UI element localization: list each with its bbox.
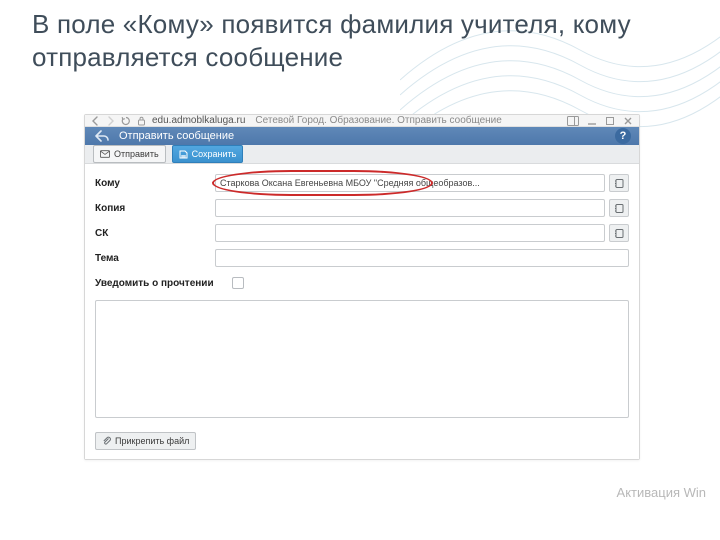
maximize-icon[interactable] <box>605 116 615 126</box>
windows-activation-watermark: Активация Win <box>617 485 706 500</box>
to-field[interactable]: Старкова Оксана Евгеньевна МБОУ "Средняя… <box>215 174 605 192</box>
paperclip-icon <box>102 436 111 446</box>
save-button[interactable]: Сохранить <box>172 145 244 163</box>
addressbook-icon <box>614 178 625 189</box>
appbar-back-icon[interactable] <box>93 127 111 145</box>
toolbar: Отправить Сохранить <box>85 145 639 164</box>
addressbook-icon <box>614 228 625 239</box>
page-title-text: Сетевой Город. Образование. Отправить со… <box>255 115 561 126</box>
minimize-icon[interactable] <box>587 116 597 126</box>
compose-form: Кому Старкова Оксана Евгеньевна МБОУ "Ср… <box>85 164 639 426</box>
attach-row: Прикрепить файл <box>85 426 639 459</box>
send-button[interactable]: Отправить <box>93 145 166 163</box>
appbar-title: Отправить сообщение <box>119 130 234 142</box>
copy-addressbook-button[interactable] <box>609 199 629 217</box>
addressbook-icon <box>614 203 625 214</box>
to-label: Кому <box>95 178 215 189</box>
attach-file-button[interactable]: Прикрепить файл <box>95 432 196 450</box>
browser-chrome: edu.admoblkaluga.ru Сетевой Город. Образ… <box>85 115 639 127</box>
to-value: Старкова Оксана Евгеньевна МБОУ "Средняя… <box>220 178 480 188</box>
reload-icon[interactable] <box>121 116 131 126</box>
copy-field[interactable] <box>215 199 605 217</box>
row-to: Кому Старкова Оксана Евгеньевна МБОУ "Ср… <box>95 172 629 194</box>
sidebar-icon[interactable] <box>567 116 579 126</box>
save-button-label: Сохранить <box>192 149 237 159</box>
attach-file-label: Прикрепить файл <box>115 436 189 446</box>
copy-label: Копия <box>95 203 215 214</box>
notify-checkbox[interactable] <box>232 277 244 289</box>
to-addressbook-button[interactable] <box>609 174 629 192</box>
back-arrow-icon[interactable] <box>91 116 101 126</box>
row-notify: Уведомить о прочтении <box>95 272 629 294</box>
close-icon[interactable] <box>623 116 633 126</box>
row-subject: Тема <box>95 247 629 269</box>
lock-icon <box>137 116 146 126</box>
sk-addressbook-button[interactable] <box>609 224 629 242</box>
slide-title: В поле «Кому» появится фамилия учителя, … <box>32 8 690 73</box>
row-sk: СК <box>95 222 629 244</box>
sk-field[interactable] <box>215 224 605 242</box>
save-icon <box>179 150 188 159</box>
sk-input[interactable] <box>220 228 600 239</box>
send-button-label: Отправить <box>114 149 159 159</box>
sk-label: СК <box>95 228 215 239</box>
nav-arrows <box>91 116 115 126</box>
row-copy: Копия <box>95 197 629 219</box>
subject-label: Тема <box>95 253 215 264</box>
app-bar: Отправить сообщение ? <box>85 127 639 145</box>
subject-input[interactable] <box>220 253 624 264</box>
help-icon[interactable]: ? <box>615 128 631 144</box>
url-domain: edu.admoblkaluga.ru <box>152 115 245 126</box>
window-controls <box>567 116 633 126</box>
subject-field[interactable] <box>215 249 629 267</box>
forward-arrow-icon[interactable] <box>105 116 115 126</box>
message-body[interactable] <box>95 300 629 418</box>
copy-input[interactable] <box>220 203 600 214</box>
envelope-icon <box>100 150 110 158</box>
notify-label: Уведомить о прочтении <box>95 278 214 289</box>
browser-window: edu.admoblkaluga.ru Сетевой Город. Образ… <box>84 114 640 460</box>
